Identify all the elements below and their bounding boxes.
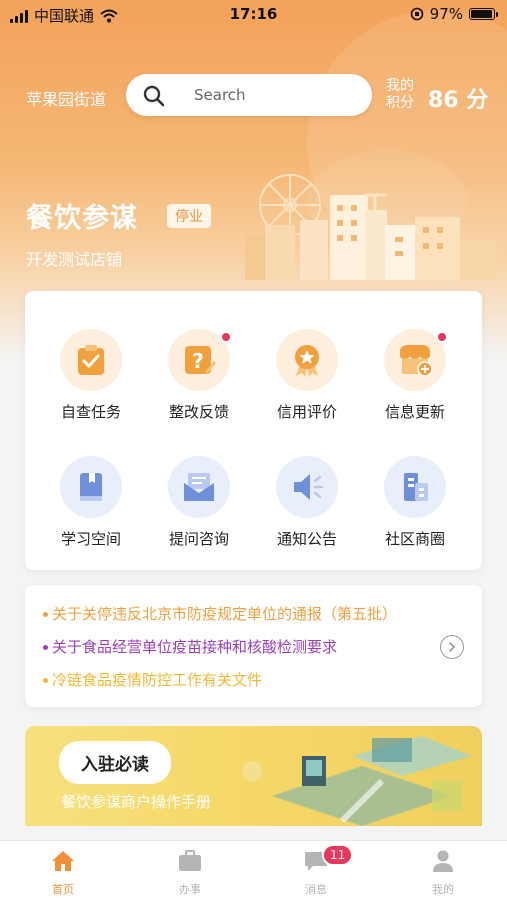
points-label[interactable]: 我的积分 (386, 78, 418, 112)
store-name: 餐饮参谋 (26, 203, 138, 234)
question-edit-icon: ? (185, 346, 216, 374)
grid-item-label: 信用评价 (276, 403, 337, 421)
tab-home[interactable]: 首页 (23, 849, 103, 897)
message-count-badge: 11 (322, 844, 354, 866)
battery-icon (469, 8, 498, 20)
function-grid-card: 自查任务 ? 整改反馈 信用评价 信息更新 学习空间 提问咨询 通知公告 社区商… (25, 291, 482, 570)
chevron-right-icon (449, 642, 456, 652)
buildings-icon (404, 473, 428, 501)
grid-item-announcements[interactable]: 通知公告 (257, 456, 357, 549)
grid-item-consult[interactable]: 提问咨询 (149, 456, 249, 549)
banner-subtitle: 餐饮参谋商户操作手册 (61, 793, 212, 811)
medal-star-icon (295, 345, 319, 377)
book-icon (80, 473, 102, 501)
home-icon (52, 851, 74, 871)
notice-text: 关于食品经营单位疫苗接种和核酸检测要求 (52, 638, 338, 656)
search-bar[interactable]: Search (126, 74, 372, 116)
grid-item-label: 整改反馈 (168, 403, 229, 421)
grid-item-label: 提问咨询 (168, 530, 229, 548)
tab-services[interactable]: 办事 (150, 849, 230, 897)
grid-item-info-update[interactable]: 信息更新 (365, 329, 465, 422)
notice-item[interactable]: 冷链食品疫情防控工作有关文件 (43, 669, 262, 690)
search-icon (143, 85, 165, 107)
isometric-street-illustration (242, 736, 472, 826)
svg-text:?: ? (192, 349, 204, 373)
clipboard-check-icon (78, 345, 104, 375)
speaker-icon (294, 474, 324, 500)
battery-percent: 97% (429, 5, 463, 23)
briefcase-icon (179, 850, 201, 871)
banner-title: 入驻必读 (59, 741, 171, 784)
grid-item-label: 自查任务 (60, 403, 121, 421)
onboarding-banner[interactable]: 入驻必读 餐饮参谋商户操作手册 (25, 726, 482, 826)
grid-item-label: 学习空间 (60, 530, 121, 548)
street-selector[interactable]: 苹果园街道 (26, 86, 106, 110)
status-bar: 中国联通 17:16 97% (0, 0, 507, 28)
notice-more-button[interactable] (440, 635, 464, 659)
orientation-lock-icon (410, 7, 423, 21)
notification-dot (436, 331, 448, 343)
grid-item-label: 信息更新 (384, 403, 445, 421)
grid-item-label: 通知公告 (276, 530, 337, 548)
store-subtitle: 开发测试店铺 (26, 250, 123, 269)
user-icon (433, 850, 453, 872)
grid-item-self-check[interactable]: 自查任务 (41, 329, 141, 422)
tab-messages[interactable]: 11 消息 (276, 844, 356, 897)
grid-item-rectify-feedback[interactable]: ? 整改反馈 (149, 329, 249, 422)
notification-dot (220, 331, 232, 343)
points-value[interactable]: 86 分 (428, 82, 488, 114)
tab-label: 首页 (52, 883, 74, 896)
notice-item[interactable]: 关于食品经营单位疫苗接种和核酸检测要求 (43, 636, 337, 657)
tab-label: 消息 (305, 883, 327, 896)
mail-icon (184, 473, 214, 501)
city-skyline-illustration (245, 174, 495, 280)
bottom-tab-bar: 首页 办事 11 消息 我的 (0, 840, 507, 900)
shop-add-icon (400, 345, 433, 377)
notice-item[interactable]: 关于关停违反北京市防疫规定单位的通报（第五批） (43, 603, 397, 624)
tab-label: 办事 (179, 883, 201, 896)
grid-item-learning[interactable]: 学习空间 (41, 456, 141, 549)
grid-item-label: 社区商圈 (384, 530, 445, 548)
search-placeholder: Search (194, 86, 246, 104)
grid-item-community[interactable]: 社区商圈 (365, 456, 465, 549)
notice-card: 关于关停违反北京市防疫规定单位的通报（第五批） 关于食品经营单位疫苗接种和核酸检… (25, 585, 482, 707)
tab-profile[interactable]: 我的 (403, 849, 483, 897)
grid-item-credit-rating[interactable]: 信用评价 (257, 329, 357, 422)
notice-text: 关于关停违反北京市防疫规定单位的通报（第五批） (52, 605, 398, 623)
notice-text: 冷链食品疫情防控工作有关文件 (52, 671, 263, 689)
tab-label: 我的 (432, 883, 454, 896)
